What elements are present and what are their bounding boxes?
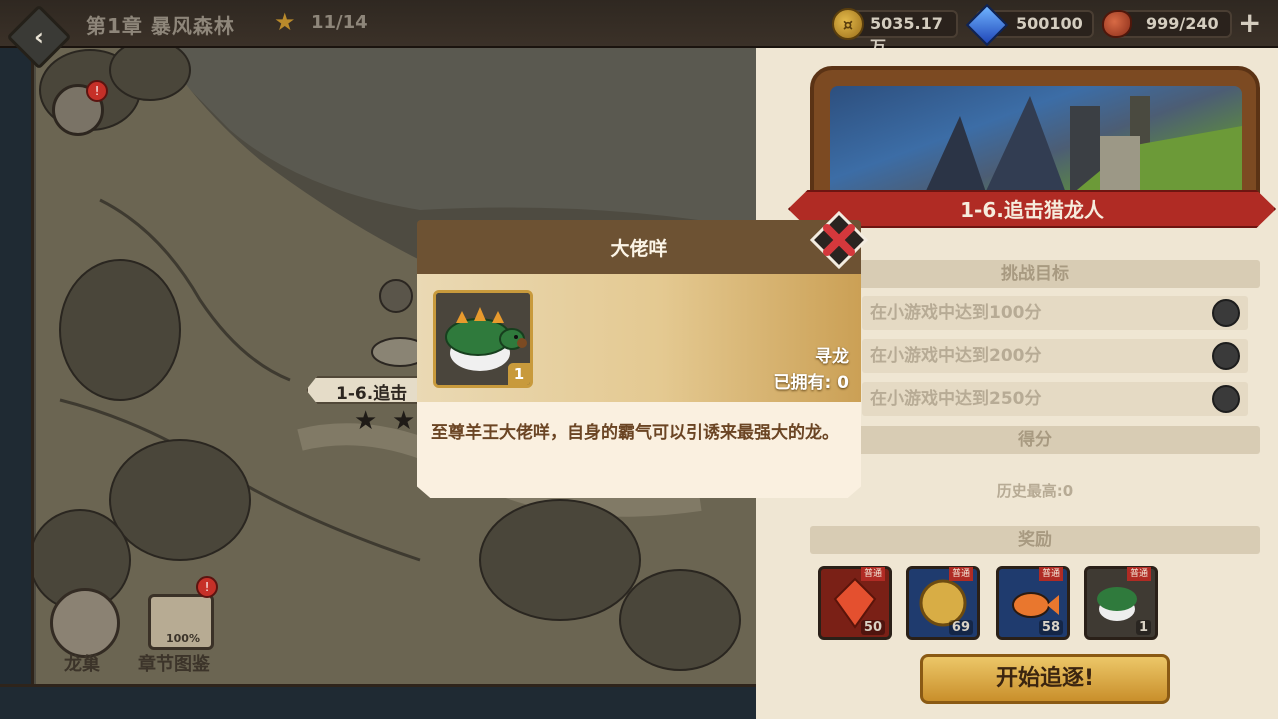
modal-title: 大佬咩 xyxy=(610,238,668,260)
close-icon xyxy=(809,210,869,270)
item-owned-count: 已拥有: 0 xyxy=(773,373,849,393)
item-type: 寻龙 xyxy=(815,347,849,367)
item-quantity: 1 xyxy=(508,363,530,385)
item-detail-modal: 大佬咩 1 寻龙 已拥有: 0 至尊羊王大佬咩，自身的霸气可以引诱来最强大的龙。 xyxy=(417,220,861,498)
close-button[interactable] xyxy=(809,210,869,270)
modal-description-section xyxy=(417,402,861,498)
item-description: 至尊羊王大佬咩，自身的霸气可以引诱来最强大的龙。 xyxy=(431,423,839,443)
item-icon-frame: 1 xyxy=(433,290,533,388)
